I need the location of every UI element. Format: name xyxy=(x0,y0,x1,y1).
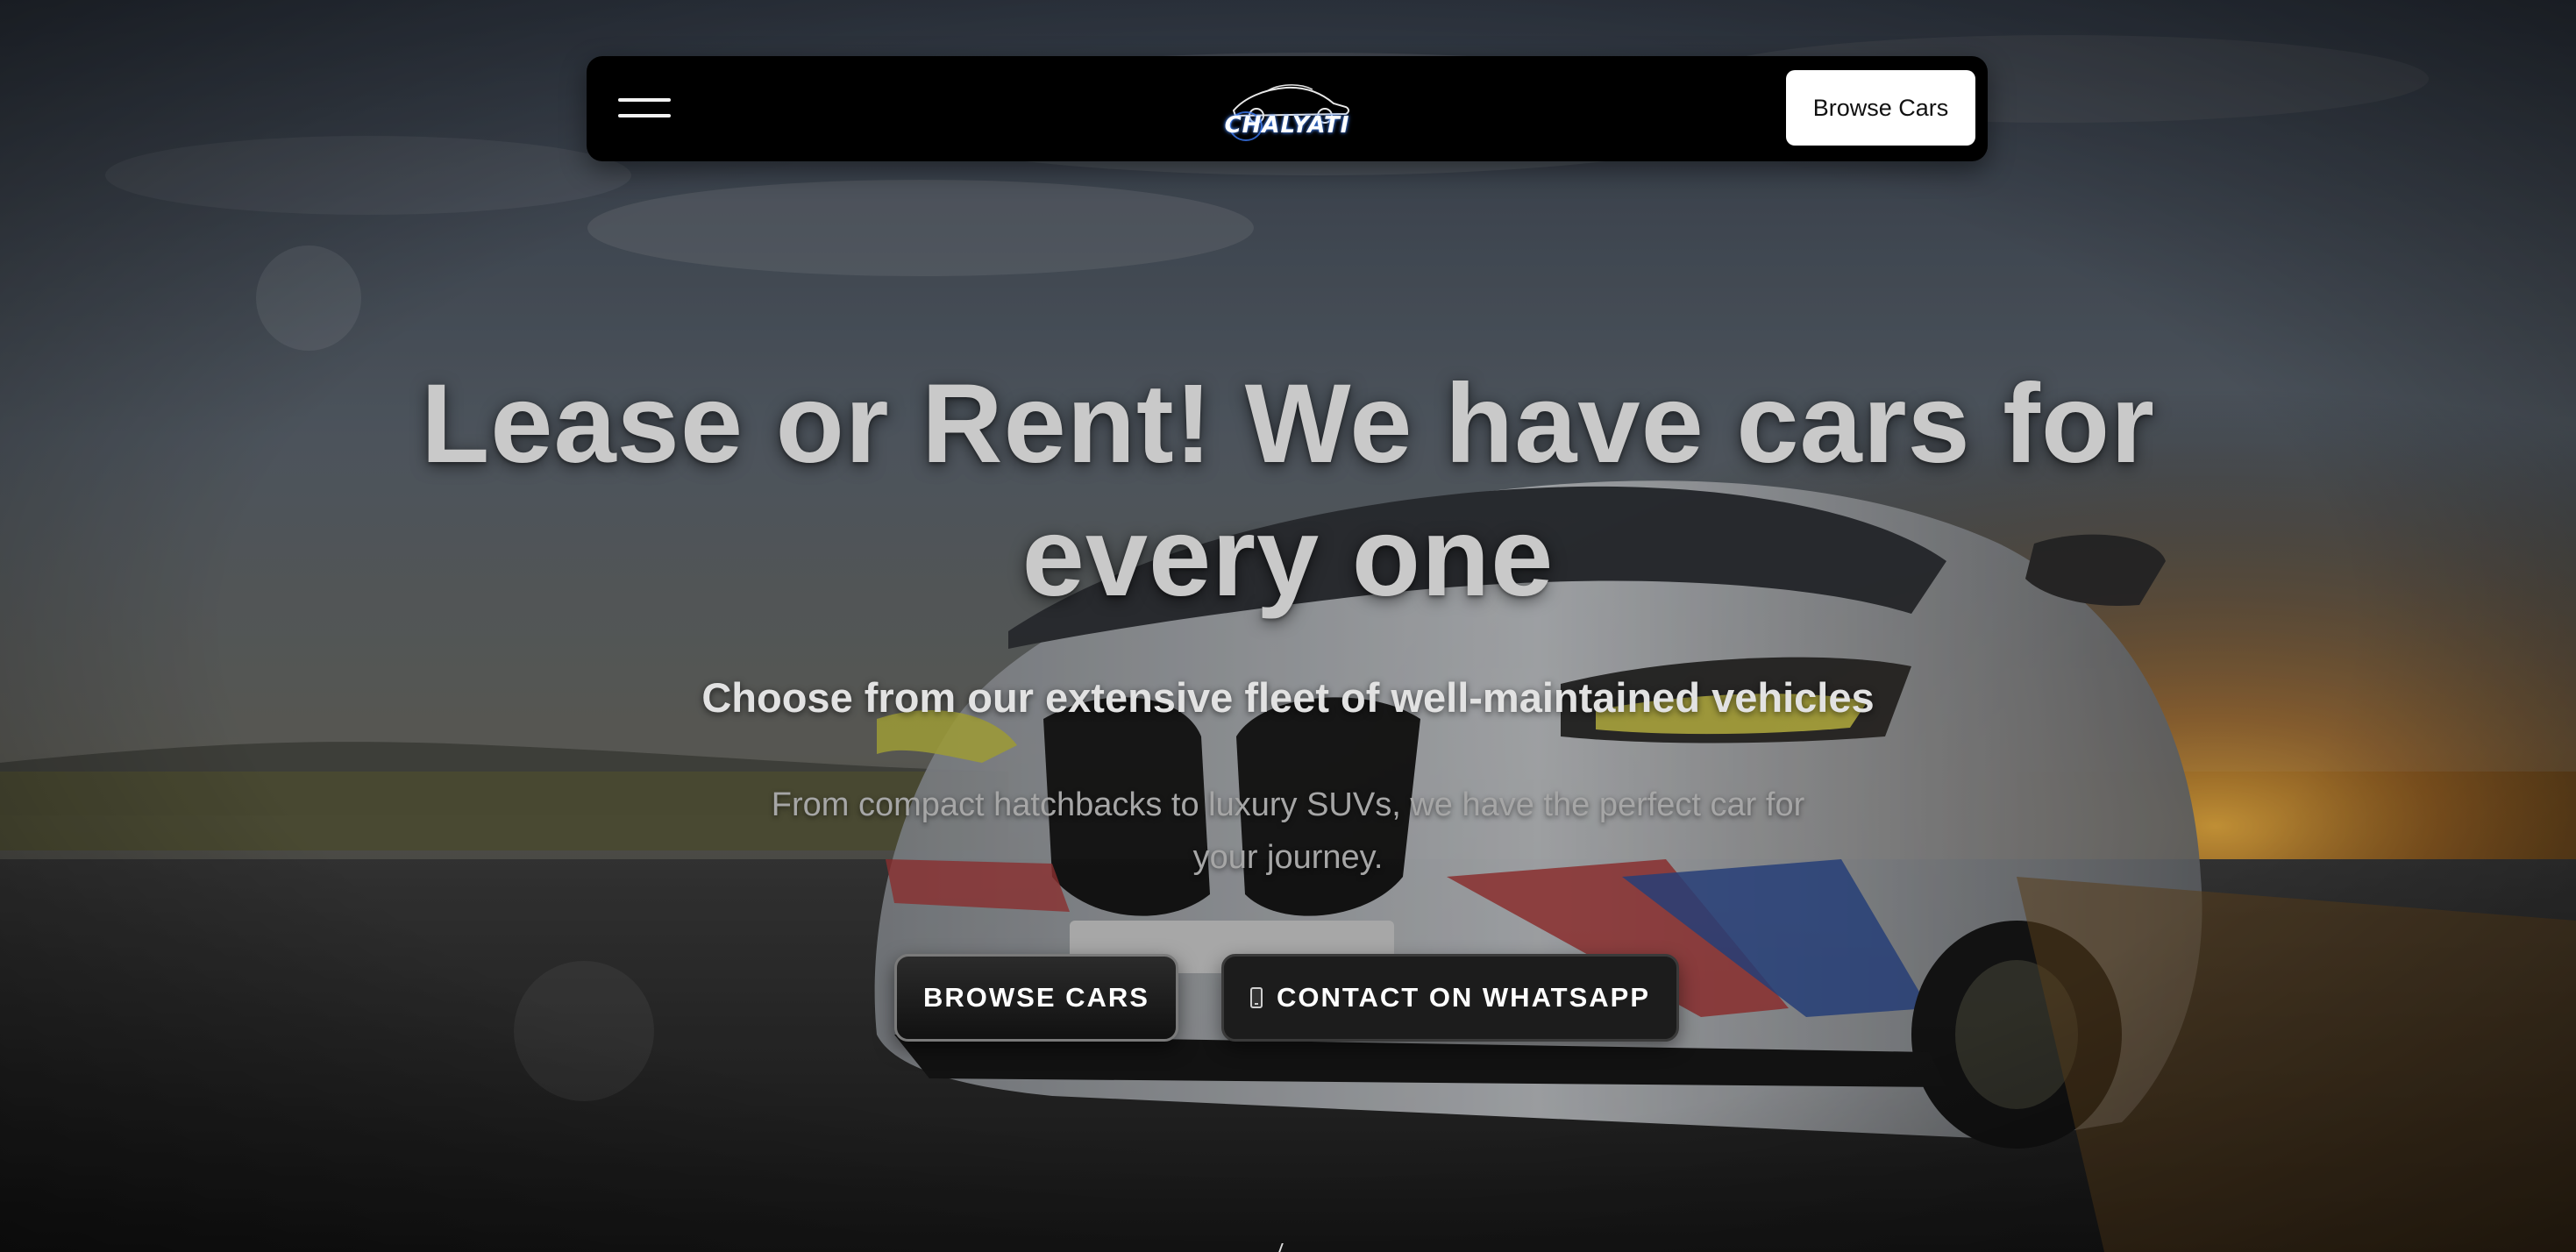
contact-whatsapp-label: CONTACT ON WHATSAPP xyxy=(1276,982,1651,1013)
hero-background-image xyxy=(0,0,2576,1252)
mobile-phone-icon xyxy=(1249,987,1263,1008)
contact-whatsapp-button[interactable]: CONTACT ON WHATSAPP xyxy=(1221,954,1679,1042)
browse-cars-button[interactable]: Browse Cars xyxy=(1786,70,1975,146)
menu-line xyxy=(618,98,671,102)
hamburger-menu-icon[interactable] xyxy=(616,84,674,133)
brand-logo[interactable]: CHALYATI xyxy=(1214,72,1360,146)
browse-cars-cta-button[interactable]: BROWSE CARS xyxy=(894,954,1178,1042)
logo-text: CHALYATI xyxy=(1224,112,1350,139)
menu-line xyxy=(618,114,671,117)
top-navbar: CHALYATI Browse Cars xyxy=(587,56,1988,161)
decorative-circle xyxy=(256,245,361,351)
decorative-circle xyxy=(514,961,654,1101)
hero-section: CHALYATI Browse Cars Lease or Rent! We h… xyxy=(0,0,2576,1252)
browse-cars-cta-label: BROWSE CARS xyxy=(923,982,1149,1013)
